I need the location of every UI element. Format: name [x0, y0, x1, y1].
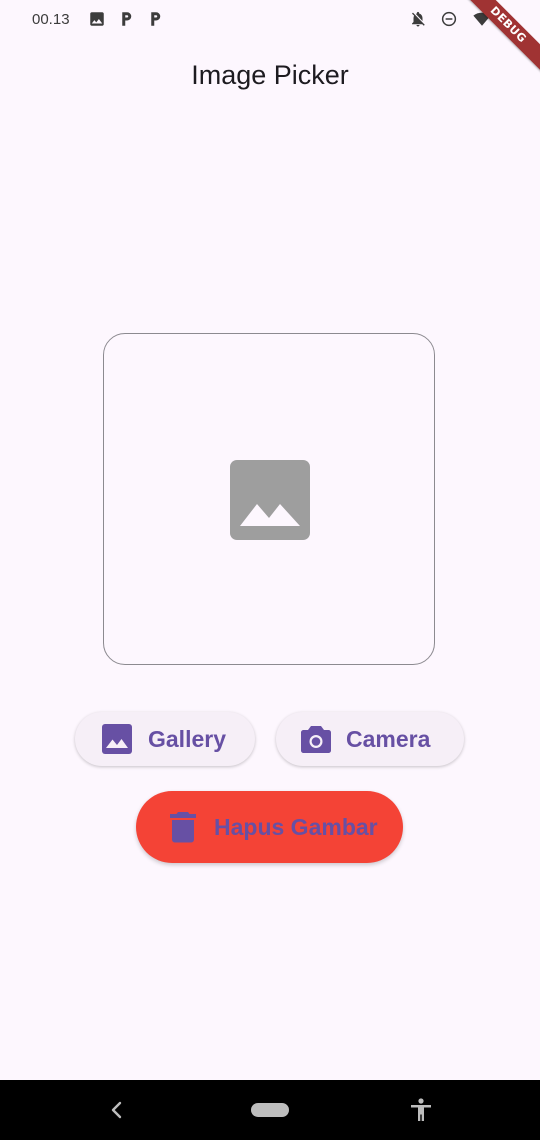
screen: 00.13 DEBUG Image Picker Gallery Camera …: [0, 0, 540, 1140]
back-icon[interactable]: [106, 1098, 128, 1122]
photo-icon: [101, 723, 133, 755]
image-preview-frame: [103, 333, 435, 665]
delete-image-button[interactable]: Hapus Gambar: [136, 791, 403, 863]
camera-icon: [300, 723, 332, 755]
do-not-disturb-icon: [440, 10, 458, 28]
image-placeholder-icon: [230, 460, 310, 540]
gallery-button[interactable]: Gallery: [75, 712, 255, 766]
image-notification-icon: [88, 10, 106, 28]
camera-button[interactable]: Camera: [276, 712, 464, 766]
parking-notification-icon: [146, 10, 164, 28]
accessibility-icon[interactable]: [408, 1097, 434, 1123]
delete-image-button-label: Hapus Gambar: [214, 813, 378, 840]
status-time: 00.13: [32, 11, 70, 28]
page-title: Image Picker: [191, 60, 349, 90]
delete-icon: [166, 810, 200, 844]
system-navigation-bar: [0, 1080, 540, 1140]
status-bar: 00.13: [0, 0, 540, 40]
parking-notification-icon: [117, 10, 135, 28]
gallery-button-label: Gallery: [148, 725, 226, 752]
camera-button-label: Camera: [346, 725, 431, 752]
notifications-off-icon: [409, 10, 427, 28]
home-button[interactable]: [251, 1103, 289, 1117]
